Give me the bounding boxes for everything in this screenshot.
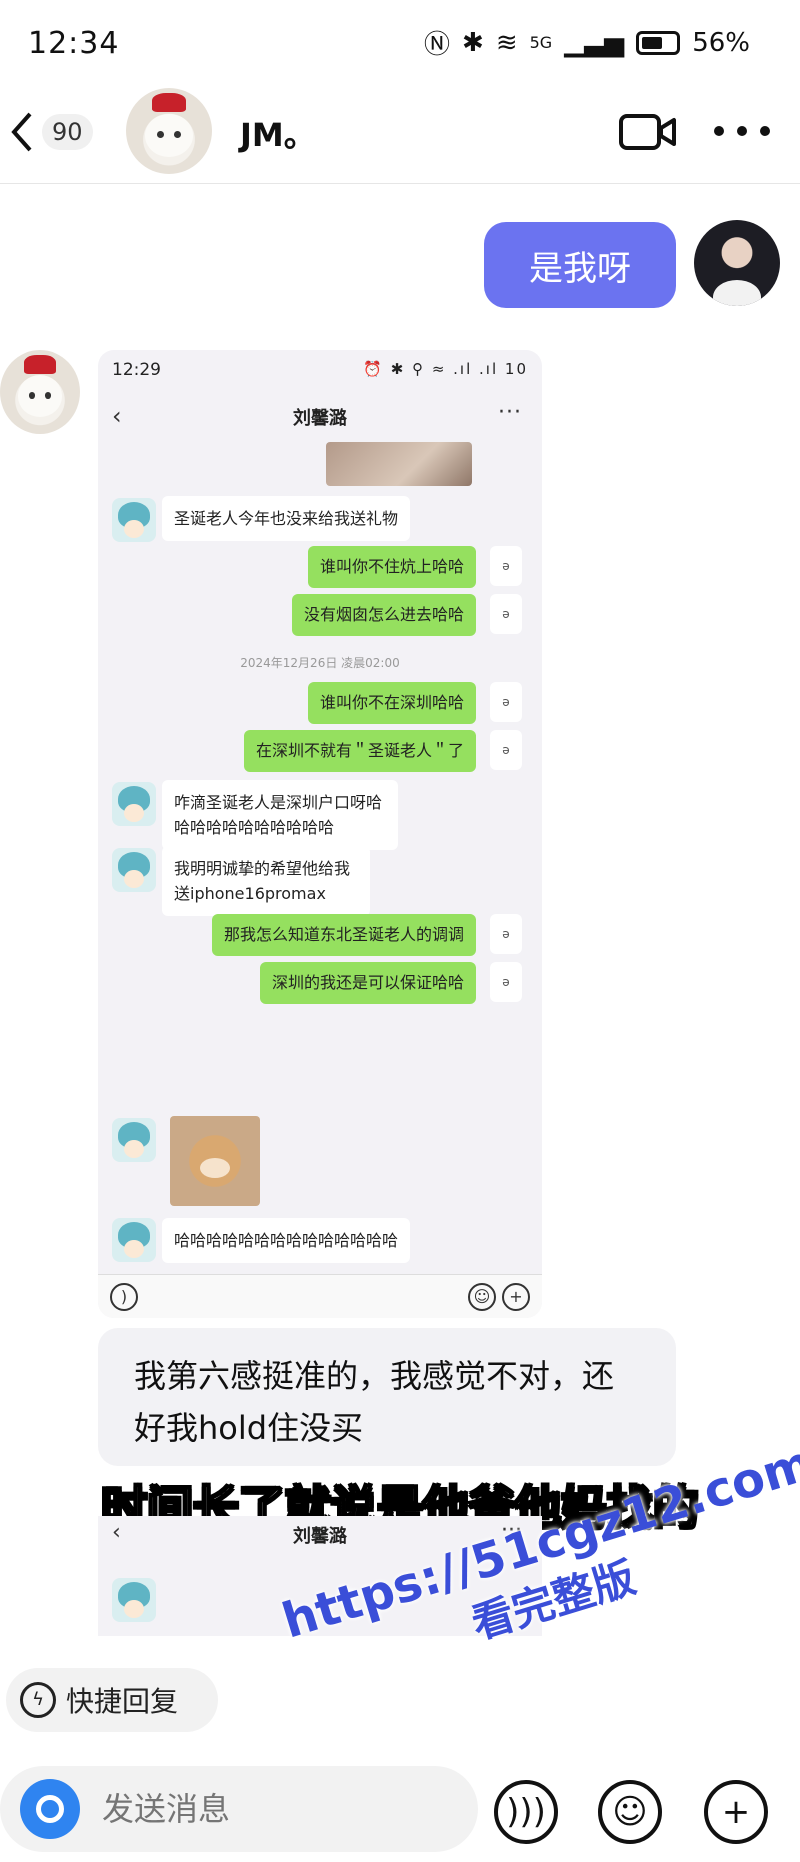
embedded-right-message: 谁叫你不住炕上哈哈	[307, 546, 476, 588]
embedded-status-icons: ⏰ ✱ ⚲ ≈ .ıl .ıl 10	[363, 360, 528, 378]
embedded-right-message: 没有烟囱怎么进去哈哈	[291, 594, 476, 636]
embedded-chat-title: 刘馨潞	[293, 408, 347, 429]
message-input-box	[0, 1766, 478, 1852]
network-label: 5G	[529, 33, 553, 52]
embedded-more-icon: ···	[501, 1518, 522, 1543]
emoji-button[interactable]: ☺	[598, 1780, 662, 1844]
embedded-timestamp: 2024年12月26日 凌晨02:00	[240, 656, 400, 670]
embedded-avatar	[112, 1218, 156, 1262]
emoji-icon: ☺	[468, 1283, 496, 1311]
embedded-left-message: 圣诞老人今年也没来给我送礼物	[162, 496, 411, 541]
status-bar: 12:34 Ⓝ ✱ ≋ 5G ▁▃▅ 56%	[0, 0, 800, 80]
read-receipt-icon: ǝ	[490, 594, 522, 634]
nfc-icon: Ⓝ	[424, 30, 451, 60]
battery-icon	[636, 30, 681, 55]
embedded-avatar	[112, 848, 156, 892]
status-time: 12:34	[28, 26, 120, 61]
embedded-chat-title: 刘馨潞	[293, 1526, 347, 1547]
message-input[interactable]	[102, 1790, 402, 1828]
wifi-icon: ≋	[495, 27, 518, 58]
more-dot-icon	[760, 126, 770, 136]
embedded-toolbar: ) ☺ +	[98, 1274, 542, 1318]
emoji-icon: ☺	[612, 1792, 648, 1832]
plus-icon: +	[502, 1283, 530, 1311]
message-input-bar: ))) ☺ +	[0, 1760, 800, 1862]
embedded-status-time: 12:29	[112, 360, 161, 380]
embedded-dog-sticker	[170, 1116, 260, 1206]
more-dot-icon	[714, 126, 724, 136]
contact-name[interactable]: JM。	[240, 110, 316, 156]
signal-icon: ▁▃▅	[564, 27, 625, 58]
voice-wave-icon: )))	[506, 1792, 546, 1832]
read-receipt-icon: ǝ	[490, 546, 522, 586]
screenshot-image-message[interactable]: 12:29 ⏰ ✱ ⚲ ≈ .ıl .ıl 10 ‹ 刘馨潞 ··· 圣诞老人今…	[98, 350, 542, 1318]
embedded-right-message: 在深圳不就有＂圣诞老人＂了	[243, 730, 476, 772]
voice-icon: )	[110, 1283, 138, 1311]
contact-avatar[interactable]	[126, 88, 212, 174]
embedded-avatar	[112, 498, 156, 542]
read-receipt-icon: ǝ	[490, 682, 522, 722]
received-message-bubble[interactable]: 我第六感挺准的，我感觉不对，还好我hold住没买	[98, 1328, 676, 1466]
plus-icon: +	[721, 1792, 751, 1832]
camera-button[interactable]	[20, 1779, 80, 1839]
quick-reply-label: 快捷回复	[66, 1685, 179, 1718]
video-camera-icon	[619, 114, 676, 150]
voice-button[interactable]: )))	[494, 1780, 558, 1844]
embedded-more-icon: ···	[498, 400, 522, 425]
embedded-left-message: 我明明诚挚的希望他给我送iphone16promax	[162, 846, 370, 916]
bluetooth-icon: ✱	[462, 27, 484, 58]
embedded-avatar	[112, 782, 156, 826]
status-icons: Ⓝ ✱ ≋ 5G ▁▃▅ 56%	[424, 24, 750, 61]
quick-reply-button[interactable]: ϟ 快捷回复	[6, 1668, 218, 1732]
battery-percent: 56%	[692, 27, 750, 58]
back-button[interactable]: 90	[8, 106, 102, 158]
video-call-button[interactable]	[618, 108, 678, 156]
embedded-left-message: 哈哈哈哈哈哈哈哈哈哈哈哈哈哈	[162, 1218, 411, 1263]
received-avatar[interactable]	[0, 350, 80, 434]
chevron-left-icon	[11, 112, 32, 152]
embedded-avatar	[112, 1118, 156, 1162]
embedded-avatar	[112, 1578, 156, 1622]
embedded-left-message: 咋滴圣诞老人是深圳户口呀哈哈哈哈哈哈哈哈哈哈哈	[162, 780, 398, 850]
chat-header: 90 JM。	[0, 80, 800, 184]
my-avatar[interactable]	[694, 220, 780, 306]
embedded-right-message: 那我怎么知道东北圣诞老人的调调	[211, 914, 476, 956]
read-receipt-icon: ǝ	[490, 914, 522, 954]
plus-button[interactable]: +	[704, 1780, 768, 1844]
embedded-right-message: 谁叫你不在深圳哈哈	[307, 682, 476, 724]
camera-icon	[36, 1795, 64, 1823]
read-receipt-icon: ǝ	[490, 962, 522, 1002]
unread-count: 90	[42, 114, 93, 150]
read-receipt-icon: ǝ	[490, 730, 522, 770]
screenshot-image-message-2[interactable]: ‹ 刘馨潞 ···	[98, 1516, 542, 1636]
sent-message-bubble[interactable]: 是我呀	[484, 222, 676, 308]
more-options-button[interactable]	[714, 116, 770, 146]
lightning-icon: ϟ	[20, 1682, 56, 1718]
more-dot-icon	[737, 126, 747, 136]
embedded-photo	[326, 442, 472, 486]
embedded-right-message: 深圳的我还是可以保证哈哈	[259, 962, 476, 1004]
